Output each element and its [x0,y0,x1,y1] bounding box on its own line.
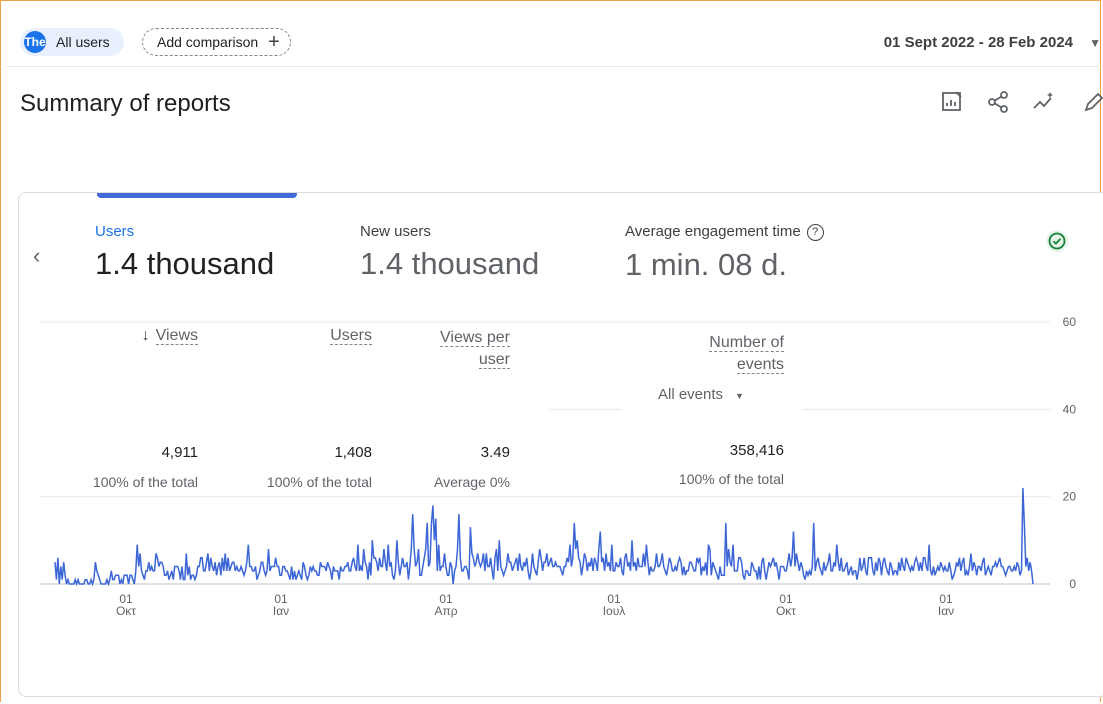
y-tick-label: 40 [1063,402,1077,416]
x-tick-label: 01 Οκτ [115,592,137,618]
sub-views-per-user: Average 0% [433,474,510,490]
column-number-of-events[interactable]: Number of events [668,332,784,376]
x-tick-label: 01 Οκτ [775,592,797,618]
arrow-down-icon: ↓ [141,327,150,344]
events-dropdown[interactable]: All events ▼ [658,386,744,403]
caret-down-icon: ▼ [735,391,744,401]
series-line [54,487,1034,587]
sub-events: 100% of the total [678,471,784,487]
x-tick-label: 01 Ιαν [937,592,955,618]
y-tick-label: 60 [1063,315,1077,329]
value-views-per-user: 3.49 [480,444,510,461]
x-tick-label: 01 Ιουλ [602,592,626,618]
column-users[interactable]: Users [280,327,372,345]
sub-views: 100% of the total [92,474,198,490]
x-tick-label: 01 Ιαν [272,592,290,618]
value-events: 358,416 [729,442,784,459]
column-views[interactable]: ↓ Views [100,327,198,345]
x-tick-label: 01 Απρ [434,592,458,618]
value-views: 4,911 [161,444,198,461]
y-tick-label: 0 [1069,577,1076,591]
column-views-per-user[interactable]: Views per user [440,327,510,371]
sub-users: 100% of the total [266,474,372,490]
y-tick-label: 20 [1063,490,1077,504]
value-users: 1,408 [334,444,372,461]
